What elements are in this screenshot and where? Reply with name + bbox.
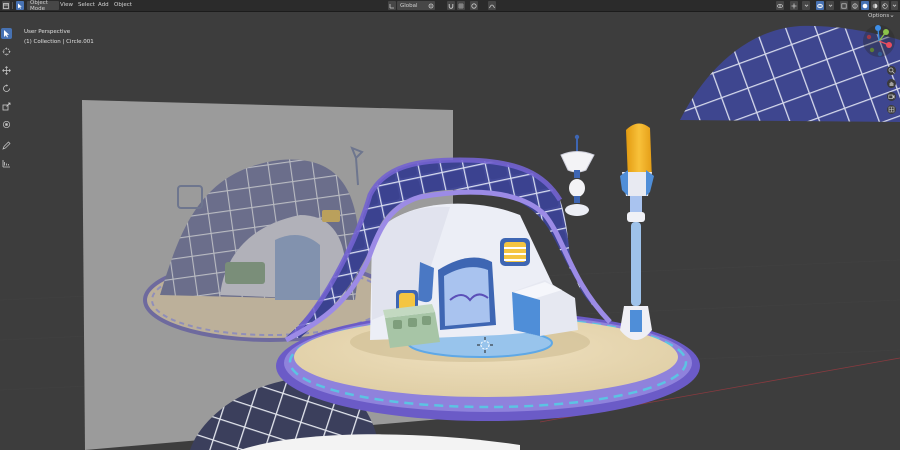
snap-button[interactable]	[447, 1, 455, 10]
collection-object-label: (1) Collection | Circle.001	[24, 39, 94, 45]
gizmo-z-axis[interactable]	[875, 25, 881, 31]
tweak-select-button[interactable]	[16, 1, 24, 10]
tool-scale[interactable]	[1, 101, 12, 112]
tool-transform[interactable]	[1, 119, 12, 130]
cursor-arrow-icon	[18, 3, 22, 9]
rotate-icon	[3, 84, 10, 92]
gizmo-y-axis[interactable]	[883, 29, 889, 35]
orientation-label: Global	[400, 2, 418, 9]
editor-type-icon	[3, 2, 9, 9]
orientation-dropdown[interactable]: Global	[397, 1, 429, 10]
falloff-icon	[489, 4, 495, 8]
options-label: Options	[868, 13, 890, 19]
proportional-edit-button[interactable]	[470, 1, 478, 10]
green-blocks	[383, 304, 440, 348]
tool-move[interactable]	[1, 65, 12, 76]
pan-hand-icon	[889, 81, 894, 86]
grid-snap-icon	[458, 2, 464, 9]
menu-view[interactable]: View	[60, 1, 73, 10]
move-icon	[2, 66, 11, 75]
cursor-icon	[2, 47, 11, 56]
tool-select-box[interactable]	[1, 28, 12, 39]
tall-lamp-model[interactable]	[620, 123, 654, 340]
viewport-3d-scene[interactable]	[0, 12, 900, 450]
fountain-lamp-model[interactable]	[560, 134, 595, 216]
perspective-toggle-button[interactable]	[887, 105, 896, 114]
visibility-button[interactable]	[776, 1, 784, 10]
xray-icon	[841, 2, 847, 9]
select-box-icon	[4, 30, 10, 38]
zoom-magnifier-icon	[888, 67, 895, 74]
pan-button[interactable]	[887, 79, 896, 88]
menu-add[interactable]: Add	[98, 1, 109, 10]
shading-solid-button[interactable]	[861, 1, 869, 10]
gizmo-dropdown-button[interactable]	[802, 1, 810, 10]
eye-icon	[777, 3, 783, 8]
tool-shelf	[0, 28, 13, 173]
gizmo-toggle-button[interactable]	[790, 1, 798, 10]
mode-dropdown[interactable]: Object Mode	[27, 0, 59, 12]
rendered-sphere-icon	[882, 2, 888, 9]
solid-sphere-icon	[862, 3, 868, 8]
editor-type-button[interactable]	[2, 1, 10, 10]
chevron-down-icon-4	[890, 15, 894, 18]
shading-dropdown-button[interactable]	[891, 1, 898, 10]
overlays-button[interactable]	[816, 1, 824, 10]
falloff-button[interactable]	[488, 1, 496, 10]
overlays-dropdown-button[interactable]	[826, 1, 834, 10]
zoom-button[interactable]	[887, 66, 896, 75]
wireframe-sphere-icon	[852, 2, 858, 9]
chevron-down-icon-2	[828, 4, 832, 7]
measure-ruler-icon	[2, 160, 10, 168]
camera-icon	[888, 94, 895, 99]
annotate-pencil-icon	[2, 141, 11, 150]
blender-window: Object Mode View Select Add Object Globa…	[0, 0, 900, 450]
navigation-gizmo[interactable]	[862, 24, 896, 58]
menu-object[interactable]: Object	[114, 1, 132, 10]
xray-button[interactable]	[840, 1, 848, 10]
axis-icon	[389, 3, 394, 8]
snap-target-button[interactable]	[457, 1, 465, 10]
chevron-down-icon	[804, 4, 808, 7]
scale-icon	[2, 102, 11, 111]
house-window-right	[500, 238, 530, 266]
tool-rotate[interactable]	[1, 83, 12, 94]
chevron-down-icon-3	[892, 4, 897, 7]
tool-annotate[interactable]	[1, 140, 12, 151]
camera-view-button[interactable]	[887, 92, 896, 101]
shading-material-button[interactable]	[871, 1, 879, 10]
grid-perspective-icon	[888, 106, 895, 113]
viewport-header: Object Mode View Select Add Object Globa…	[0, 0, 900, 12]
pivot-point-button[interactable]	[427, 1, 435, 10]
magnet-icon	[448, 3, 454, 9]
overlays-icon	[817, 3, 823, 8]
transform-orientation-icon-button[interactable]	[388, 1, 396, 10]
pivot-icon	[428, 3, 434, 8]
proportional-edit-icon	[471, 2, 477, 9]
shading-rendered-button[interactable]	[881, 1, 889, 10]
tool-cursor[interactable]	[1, 46, 12, 57]
gizmo-x-axis[interactable]	[886, 42, 892, 48]
shading-wireframe-button[interactable]	[851, 1, 859, 10]
options-button[interactable]: Options	[868, 12, 894, 20]
menu-select[interactable]: Select	[78, 1, 95, 10]
tool-measure[interactable]	[1, 158, 12, 169]
gizmo-arrows-icon	[791, 3, 797, 8]
transform-icon	[2, 120, 11, 129]
mode-label: Object Mode	[30, 0, 48, 12]
perspective-label: User Perspective	[24, 29, 71, 35]
material-sphere-icon	[872, 3, 878, 8]
